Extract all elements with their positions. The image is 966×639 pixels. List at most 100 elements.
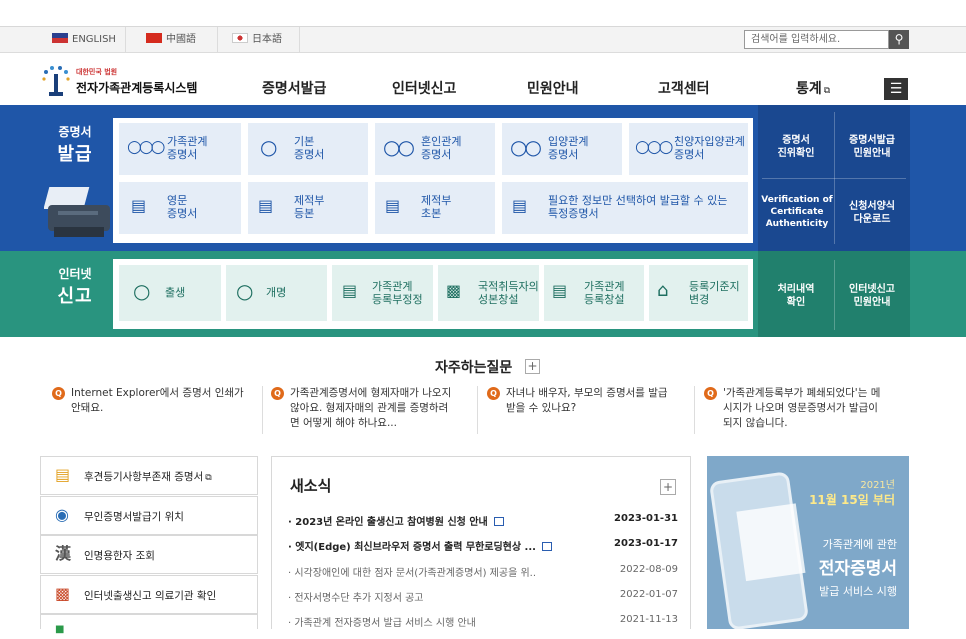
news-title-text: 시각장애인에 대한 점자 문서(가족관계증명서) 제공을 위.. [294, 568, 537, 579]
search-button[interactable]: ⚲ [889, 30, 909, 49]
family-icon: ○○○ [127, 137, 165, 157]
green-doc-icon: ■ [55, 624, 65, 635]
lang-english-label: ENGLISH [72, 34, 116, 45]
news-date: 2021-11-13 [619, 614, 678, 625]
tile-birth-report[interactable]: ○ 출생 [119, 265, 221, 321]
tile-register-creation[interactable]: ▤ 가족관계 등록창설 [544, 265, 644, 321]
link-form-download[interactable]: 신청서양식 다운로드 [838, 200, 906, 226]
rename-icon: ○ [236, 279, 254, 303]
birth-icon: ○ [133, 279, 151, 303]
issue-band-label: 증명서 발급 [40, 123, 110, 166]
search-input[interactable]: 검색어를 입력하세요. [744, 30, 889, 49]
document-icon: ▤ [55, 465, 71, 484]
gnb-statistics-label: 통계 [796, 81, 822, 97]
news-title-text: 2023년 온라인 출생신고 참여병원 신청 안내 [295, 517, 488, 528]
register-create-icon: ▤ [552, 281, 568, 300]
news-row[interactable]: · 가족관계 전자증명서 발급 서비스 시행 안내 2021-11-13 [288, 614, 678, 630]
lang-english[interactable]: ENGLISH [46, 27, 126, 53]
tile-removed-register-copy[interactable]: ▤ 제적부 등본 [248, 182, 368, 234]
link-verification-en[interactable]: Verification of Certificate Authenticity [760, 194, 834, 230]
home-change-icon: ⌂ [657, 280, 669, 301]
link-cert-verify[interactable]: 증명서 진위확인 [765, 134, 827, 160]
faq-more-button[interactable]: + [525, 359, 540, 374]
e-certificate-banner[interactable]: 2021년 11월 15일 부터 가족관계에 관한 전자증명서 발급 서비스 시… [707, 456, 909, 629]
printer-icon [44, 187, 110, 237]
tile-specific-cert[interactable]: ▤ 필요한 정보만 선택하여 발급할 수 있는 특정증명서 [502, 182, 748, 234]
tile-nationality-surname[interactable]: ▩ 국적취득자의 성본창설 [438, 265, 539, 321]
logo-subtitle: 대한민국 법원 [76, 68, 118, 76]
person-icon: ○ [260, 135, 278, 159]
lang-chinese-label: 中國語 [166, 34, 196, 45]
tile-label: 등록기준지 변경 [689, 280, 740, 306]
location-icon: ◉ [55, 505, 69, 524]
tile-label: 입양관계 증명서 [548, 135, 589, 161]
tile-label: 국적취득자의 성본창설 [478, 280, 539, 306]
news-date: 2022-01-07 [619, 589, 678, 600]
tile-adoption-cert[interactable]: ○○ 입양관계 증명서 [502, 123, 622, 175]
tile-label: 출생 [165, 286, 186, 299]
link-kiosk-location[interactable]: ◉ 무인증명서발급기 위치 [40, 496, 258, 535]
gnb-statistics[interactable]: 통계 ⧉ [796, 78, 830, 98]
us-flag-icon [52, 33, 68, 43]
question-icon: Q [704, 387, 717, 400]
tile-marriage-cert[interactable]: ○○ 혼인관계 증명서 [375, 123, 495, 175]
news-row-title: · 시각장애인에 대한 점자 문서(가족관계증명서) 제공을 위.. [288, 568, 537, 579]
link-process-history[interactable]: 처리내역 확인 [765, 283, 827, 309]
gnb-certificate-issue[interactable]: 증명서발급 [262, 78, 326, 98]
tile-label: 필요한 정보만 선택하여 발급할 수 있는 특정증명서 [548, 194, 728, 220]
faq-item-text: Internet Explorer에서 증명서 인쇄가 안돼요. [71, 387, 244, 414]
removed-extract-icon: ▤ [385, 196, 401, 215]
tile-rename-report[interactable]: ○ 개명 [226, 265, 327, 321]
search-icon: ⚲ [894, 32, 904, 46]
gnb-customer-center[interactable]: 고객센터 [658, 78, 710, 98]
correction-icon: ▤ [342, 281, 358, 300]
news-row[interactable]: · 2023년 온라인 출생신고 참여병원 신청 안내 2023-01-31 [288, 513, 678, 529]
news-title: 새소식 [290, 477, 332, 495]
faq-item-text: 가족관계증명서에 형제자매가 나오지 않아요. 형제자매의 관계를 증명하려 면… [290, 387, 452, 429]
news-row[interactable]: · 전자서명수단 추가 지정서 공고 2022-01-07 [288, 589, 678, 605]
link-hospital-check[interactable]: ▩ 인터넷출생신고 의료기관 확인 [40, 575, 258, 614]
search-doc-icon: ▤ [512, 196, 528, 215]
tile-register-correction[interactable]: ▤ 가족관계 등록부정정 [332, 265, 433, 321]
english-doc-icon: ▤ [131, 196, 147, 215]
faq-divider [694, 386, 695, 434]
tile-base-address-change[interactable]: ⌂ 등록기준지 변경 [649, 265, 748, 321]
link-next-partial[interactable]: ■ [40, 614, 258, 635]
external-link-icon: ⧉ [205, 473, 212, 483]
gnb-internet-report[interactable]: 인터넷신고 [392, 78, 456, 98]
side-divider [762, 178, 906, 179]
lang-chinese[interactable]: 中國語 [140, 27, 218, 53]
menu-button[interactable]: ☰ [884, 78, 908, 100]
china-flag-icon [146, 33, 162, 43]
tile-removed-register-extract[interactable]: ▤ 제적부 초본 [375, 182, 495, 234]
link-label-text: 후견등기사항부존재 증명서 [84, 471, 204, 483]
news-row-title: · 가족관계 전자증명서 발급 서비스 시행 안내 [288, 618, 476, 629]
link-report-guide[interactable]: 인터넷신고 민원안내 [838, 283, 906, 309]
news-row-title: · 엣지(Edge) 최신브라우저 증명서 출력 무한로딩현상 ... [288, 538, 552, 553]
news-date: 2022-08-09 [619, 564, 678, 575]
tile-label: 가족관계 등록부정정 [372, 280, 423, 306]
faq-title: 자주하는질문 [435, 360, 513, 376]
news-row[interactable]: · 시각장애인에 대한 점자 문서(가족관계증명서) 제공을 위.. 2022-0… [288, 564, 678, 580]
tile-label: 가족관계 등록창설 [584, 280, 625, 306]
tile-basic-cert[interactable]: ○ 기본 증명서 [248, 123, 368, 175]
news-more-button[interactable]: + [660, 479, 676, 495]
tile-label: 기본 증명서 [294, 135, 325, 161]
link-hanja-search[interactable]: 漢 인명용한자 조회 [40, 535, 258, 574]
gnb-civil-guide[interactable]: 민원안내 [527, 78, 579, 98]
link-issue-guide[interactable]: 증명서발급 민원안내 [838, 134, 906, 160]
lang-japanese[interactable]: 日本語 [226, 27, 300, 53]
news-row[interactable]: · 엣지(Edge) 최신브라우저 증명서 출력 무한로딩현상 ... 2023-… [288, 538, 678, 554]
logo-title: 전자가족관계등록시스템 [76, 81, 198, 95]
banner-line2: 전자증명서 [818, 559, 897, 579]
tile-english-cert[interactable]: ▤ 영문 증명서 [119, 182, 241, 234]
side-divider [834, 260, 835, 330]
tile-label: 영문 증명서 [167, 194, 198, 220]
tile-family-relation-cert[interactable]: ○○○ 가족관계 증명서 [119, 123, 241, 175]
tile-label: 제적부 등본 [294, 194, 325, 220]
tile-full-adoption-cert[interactable]: ○○○ 친양자입양관계 증명서 [629, 123, 748, 175]
nationality-icon: ▩ [446, 281, 462, 300]
lang-japanese-label: 日本語 [252, 34, 282, 45]
link-guardianship-cert[interactable]: ▤ 후견등기사항부존재 증명서 ⧉ [40, 456, 258, 495]
news-title-text: 가족관계 전자증명서 발급 서비스 시행 안내 [294, 618, 476, 629]
